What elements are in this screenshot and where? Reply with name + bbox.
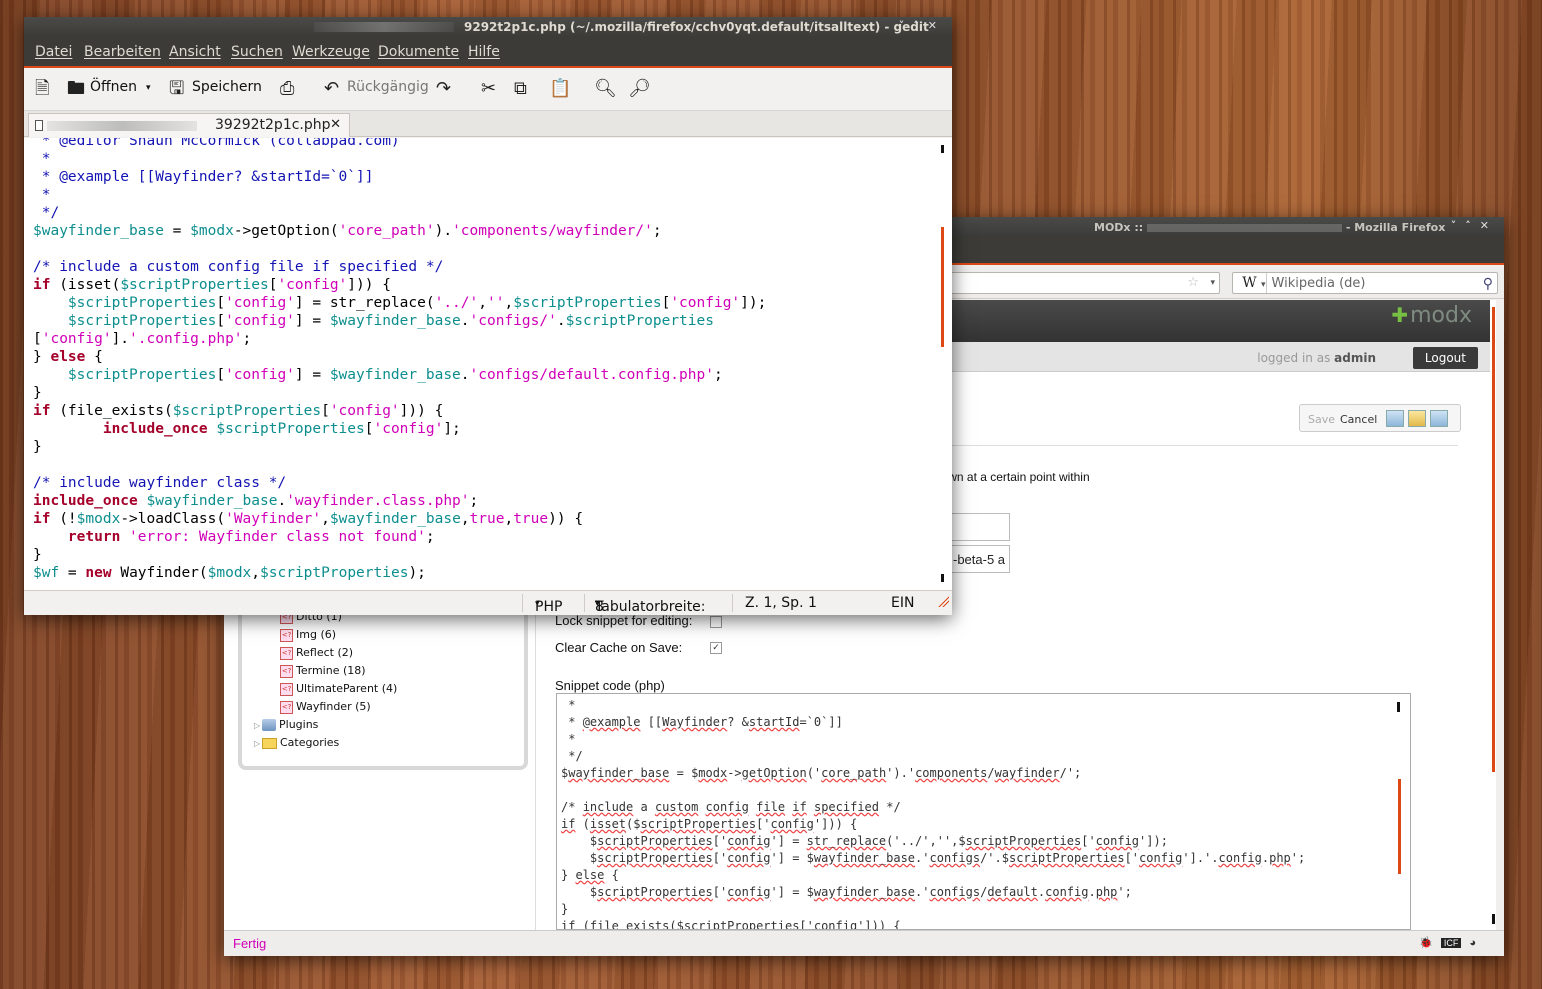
status-separator xyxy=(732,594,733,612)
expand-arrow-icon[interactable]: ▷ xyxy=(254,739,262,748)
status-separator xyxy=(584,594,585,612)
document-tab[interactable]: 39292t2p1c.php ✕ xyxy=(28,113,350,137)
menu-hilfe[interactable]: Hilfe xyxy=(468,44,500,60)
snippet-icon: <? xyxy=(280,664,293,678)
gedit-toolbar: 🗎 🖿 Öffnen ▾ 🖫 Speichern ⎙ ↶ Rückgängig … xyxy=(24,69,952,111)
new-document-icon[interactable]: 🗎 xyxy=(35,79,49,99)
tree-item-plugins[interactable]: ▷ Plugins xyxy=(254,718,318,731)
insert-mode: EIN xyxy=(891,595,915,611)
undo-icon[interactable]: ↶ xyxy=(324,79,339,99)
status-text: Fertig xyxy=(233,936,267,951)
save-button[interactable]: Save xyxy=(1308,413,1335,426)
open-dropdown-icon[interactable]: ▾ xyxy=(146,83,151,93)
tree-item[interactable]: <? Termine (18) xyxy=(280,664,366,678)
firefox-window-controls[interactable]: ˅˄✕ xyxy=(1451,219,1498,232)
blurred-text xyxy=(314,22,454,32)
code-editor[interactable]: * @editor Shaun McCormick (collabpad.com… xyxy=(24,138,952,590)
gedit-menubar: Datei Bearbeiten Ansicht Suchen Werkzeug… xyxy=(24,37,952,68)
cancel-button[interactable]: Cancel xyxy=(1340,413,1377,426)
page-scrollbar-bottom[interactable] xyxy=(1492,914,1495,924)
plugin-icon xyxy=(262,719,276,731)
clear-cache-checkbox[interactable]: ✓ xyxy=(710,642,722,654)
menu-datei[interactable]: Datei xyxy=(35,44,72,60)
icf-badge[interactable]: ICF xyxy=(1440,938,1462,948)
editor-scrollbar-top[interactable] xyxy=(941,145,944,153)
cut-icon[interactable]: ✂ xyxy=(481,79,496,99)
snippet-icon: <? xyxy=(280,628,293,642)
firefox-title: MODx :: - Mozilla Firefox xyxy=(1094,221,1446,234)
url-dropdown-icon[interactable]: ▾ xyxy=(1210,273,1215,293)
snippet-icon: <? xyxy=(280,700,293,714)
print-icon[interactable]: ⎙ xyxy=(280,79,294,99)
menu-suchen[interactable]: Suchen xyxy=(231,44,283,60)
status-separator xyxy=(522,594,523,612)
replace-icon[interactable]: 🔎︎ xyxy=(628,79,651,99)
lock-snippet-label: Lock snippet for editing: xyxy=(555,613,693,628)
copy-icon[interactable]: ⧉ xyxy=(514,79,527,99)
gedit-title: 9292t2p1c.php (~/.mozilla/firefox/cchv0y… xyxy=(464,20,929,34)
tree-item-categories[interactable]: ▷ Categories xyxy=(254,736,339,749)
resize-grip-icon[interactable] xyxy=(937,595,949,607)
search-bar[interactable]: W ▾ Wikipedia (de) ⚲ xyxy=(1232,272,1498,294)
url-bar[interactable]: ☆ ▾ xyxy=(924,272,1220,294)
edit-document-icon[interactable] xyxy=(1408,410,1426,427)
redo-icon[interactable]: ↷ xyxy=(436,79,451,99)
search-icon[interactable]: ⚲ xyxy=(1483,274,1493,294)
tree-item[interactable]: <? UltimateParent (4) xyxy=(280,682,397,696)
editor-scrollbar-bottom[interactable] xyxy=(941,574,944,582)
snippet-code-textarea[interactable]: * * @example [[Wayfinder? &startId=`0`]]… xyxy=(556,693,1411,930)
gedit-titlebar: 9292t2p1c.php (~/.mozilla/firefox/cchv0y… xyxy=(24,17,952,37)
blurred-text xyxy=(47,121,197,131)
addon-icon[interactable]: ◕ xyxy=(1469,937,1476,949)
modx-logo: ✚modx xyxy=(1391,303,1472,328)
snippet-code-label: Snippet code (php) xyxy=(555,678,665,693)
gedit-statusbar: PHP ▾ Tabulatorbreite: 8 ▾ Z. 1, Sp. 1 E… xyxy=(24,590,952,615)
folder-icon xyxy=(262,737,277,749)
document-tabs: 39292t2p1c.php ✕ xyxy=(24,111,952,137)
close-tab-icon[interactable]: ✕ xyxy=(330,117,341,132)
search-engine-dropdown-icon[interactable]: ▾ xyxy=(1261,280,1266,290)
lock-snippet-checkbox[interactable] xyxy=(710,616,722,628)
cursor-position: Z. 1, Sp. 1 xyxy=(745,595,817,611)
logout-button[interactable]: Logout xyxy=(1412,347,1478,369)
tree-item[interactable]: <? Reflect (2) xyxy=(280,646,353,660)
gedit-window: 9292t2p1c.php (~/.mozilla/firefox/cchv0y… xyxy=(24,17,952,615)
menu-dokumente[interactable]: Dokumente xyxy=(378,44,459,60)
logged-in-text: logged in as admin xyxy=(1257,351,1376,365)
undo-button[interactable]: Rückgängig xyxy=(347,79,429,95)
tree-item[interactable]: <? Img (6) xyxy=(280,628,336,642)
menu-bearbeiten[interactable]: Bearbeiten xyxy=(84,44,161,60)
gedit-window-controls[interactable]: ˅˄✕ xyxy=(899,19,946,32)
snippet-name-input[interactable] xyxy=(950,513,1010,541)
search-icon[interactable]: 🔍︎ xyxy=(594,79,617,99)
menu-werkzeuge[interactable]: Werkzeuge xyxy=(292,44,370,60)
action-bar: Save Cancel xyxy=(1299,404,1461,432)
username: admin xyxy=(1334,351,1376,365)
modx-leaf-icon: ✚ xyxy=(1391,303,1409,327)
menu-ansicht[interactable]: Ansicht xyxy=(169,44,221,60)
open-folder-icon[interactable]: 🖿 xyxy=(67,79,85,99)
code-scrollbar-thumb[interactable] xyxy=(1398,779,1401,874)
document-icon xyxy=(35,120,43,131)
tab-filename: 39292t2p1c.php xyxy=(215,117,331,133)
preview-icon[interactable] xyxy=(1430,410,1448,427)
snippet-icon: <? xyxy=(280,682,293,696)
paste-icon[interactable]: 📋 xyxy=(549,79,571,99)
editor-scrollbar-thumb[interactable] xyxy=(941,227,944,347)
new-document-icon[interactable] xyxy=(1386,410,1404,427)
code-scrollbar-top[interactable] xyxy=(1397,702,1400,712)
save-icon[interactable]: 🖫 xyxy=(169,79,184,99)
tree-item[interactable]: <? Wayfinder (5) xyxy=(280,700,371,714)
expand-arrow-icon[interactable]: ▷ xyxy=(254,721,262,730)
open-button[interactable]: Öffnen xyxy=(90,79,137,95)
snippet-description-input[interactable]: -beta-5 a xyxy=(950,545,1010,573)
snippet-icon: <? xyxy=(280,646,293,660)
save-button[interactable]: Speichern xyxy=(192,79,262,95)
statusbar-icons: 🐞 ICF ◕ xyxy=(1419,936,1476,949)
firefox-statusbar: Fertig 🐞 ICF ◕ xyxy=(224,930,1504,956)
clear-cache-label: Clear Cache on Save: xyxy=(555,640,683,655)
page-scrollbar-thumb[interactable] xyxy=(1492,307,1495,772)
search-placeholder: Wikipedia (de) xyxy=(1271,276,1366,291)
firebug-icon[interactable]: 🐞 xyxy=(1419,937,1433,949)
